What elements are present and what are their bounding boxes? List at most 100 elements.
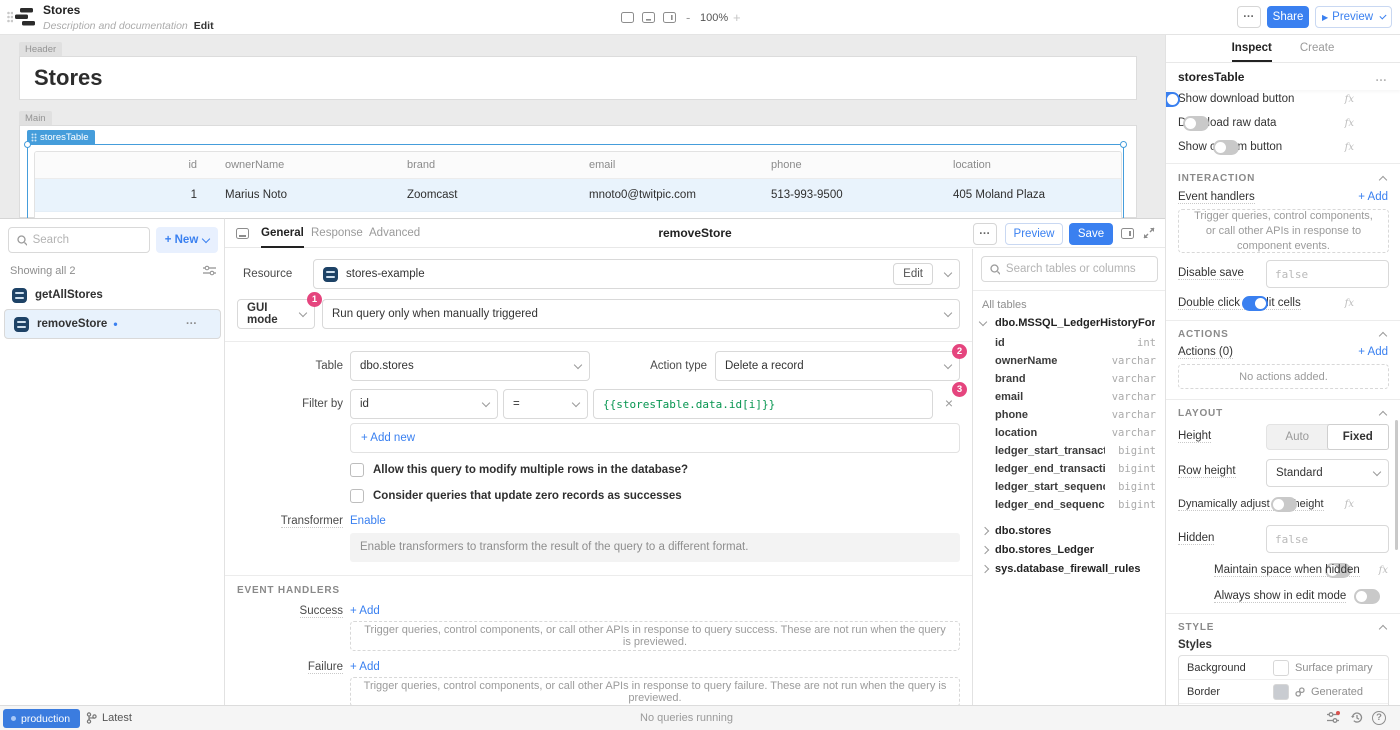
edit-description-link[interactable]: Edit bbox=[194, 20, 214, 32]
fx-icon[interactable]: fx bbox=[1345, 94, 1354, 105]
schema-table-expanded[interactable]: dbo.MSSQL_LedgerHistoryFor_15255... bbox=[973, 317, 1165, 335]
schema-table-collapsed[interactable]: dbo.stores_Ledger bbox=[973, 544, 1165, 562]
cell-ownername[interactable]: Marius Noto bbox=[211, 179, 393, 211]
header-container[interactable]: Stores bbox=[19, 56, 1137, 100]
tab-create[interactable]: Create bbox=[1300, 35, 1335, 62]
tab-response[interactable]: Response bbox=[311, 219, 363, 248]
schema-column[interactable]: emailvarchar bbox=[973, 391, 1165, 409]
show-custom-toggle[interactable] bbox=[1213, 140, 1239, 155]
style-row-border[interactable]: Border Generated bbox=[1179, 680, 1388, 704]
column-header[interactable]: email bbox=[575, 152, 757, 178]
schema-column[interactable]: ledger_end_sequence_...bigint bbox=[973, 499, 1165, 517]
query-more-button[interactable]: … bbox=[973, 223, 997, 245]
tab-general[interactable]: General bbox=[261, 219, 304, 248]
cell-email[interactable]: mnoto0@twitpic.com bbox=[575, 179, 757, 211]
row-height-select[interactable]: Standard bbox=[1266, 459, 1389, 487]
schema-column[interactable]: brandvarchar bbox=[973, 373, 1165, 391]
height-option-fixed[interactable]: Fixed bbox=[1327, 424, 1390, 450]
zero-records-checkbox[interactable] bbox=[350, 489, 364, 503]
debug-tools-icon[interactable] bbox=[1326, 711, 1340, 724]
new-query-button[interactable]: + New bbox=[156, 227, 218, 253]
schema-column[interactable]: ledger_start_sequence...bigint bbox=[973, 481, 1165, 499]
header-frame-tag[interactable]: Header bbox=[19, 42, 62, 57]
query-search-box[interactable] bbox=[8, 227, 150, 253]
cell-phone[interactable]: 513-993-9500 bbox=[757, 179, 939, 211]
fx-icon[interactable]: fx bbox=[1379, 565, 1388, 576]
color-swatch[interactable] bbox=[1273, 660, 1289, 676]
fx-icon[interactable]: fx bbox=[1345, 142, 1354, 153]
event-handlers-add-link[interactable]: + Add bbox=[1358, 191, 1388, 203]
failure-add-link[interactable]: + Add bbox=[350, 661, 380, 673]
preview-button[interactable]: ▶ Preview bbox=[1315, 6, 1392, 28]
color-swatch[interactable] bbox=[1273, 684, 1289, 700]
query-preview-button[interactable]: Preview bbox=[1005, 223, 1063, 245]
drag-handle-icon[interactable] bbox=[7, 11, 13, 23]
filter-icon[interactable] bbox=[203, 265, 216, 276]
transformer-enable-link[interactable]: Enable bbox=[350, 515, 386, 527]
preview-dropdown-chevron-icon[interactable] bbox=[1380, 12, 1387, 19]
query-search-input[interactable] bbox=[33, 234, 141, 246]
modify-multiple-rows-checkbox[interactable] bbox=[350, 463, 364, 477]
zoom-in-button[interactable]: + bbox=[733, 10, 741, 25]
add-filter-link[interactable]: + Add new bbox=[361, 432, 415, 444]
schema-table-collapsed[interactable]: sys.database_firewall_rules bbox=[973, 563, 1165, 581]
column-header[interactable]: phone bbox=[757, 152, 939, 178]
schema-column[interactable]: idint bbox=[973, 337, 1165, 355]
resource-edit-button[interactable]: Edit bbox=[893, 263, 933, 285]
more-menu-button[interactable]: … bbox=[1237, 6, 1261, 28]
zoom-out-button[interactable]: - bbox=[686, 10, 690, 25]
height-option-auto[interactable]: Auto bbox=[1267, 425, 1328, 449]
tab-advanced[interactable]: Advanced bbox=[369, 219, 420, 248]
toggle-schema-panel-icon[interactable] bbox=[1121, 228, 1134, 239]
actions-add-link[interactable]: + Add bbox=[1358, 346, 1388, 358]
query-item-getallstores[interactable]: getAllStores bbox=[4, 283, 221, 307]
disable-save-input[interactable] bbox=[1266, 260, 1389, 288]
cell-brand[interactable]: Zoomcast bbox=[393, 179, 575, 211]
resize-handle-top-left[interactable] bbox=[24, 141, 31, 148]
column-header[interactable]: id bbox=[35, 152, 211, 178]
schema-column[interactable]: ownerNamevarchar bbox=[973, 355, 1165, 373]
run-trigger-select[interactable]: Run query only when manually triggered bbox=[322, 299, 960, 329]
history-icon[interactable] bbox=[1350, 711, 1364, 724]
schema-column[interactable]: locationvarchar bbox=[973, 427, 1165, 445]
filter-field-select[interactable]: id bbox=[350, 389, 498, 419]
fx-icon[interactable]: fx bbox=[1345, 298, 1354, 309]
show-download-toggle[interactable] bbox=[1165, 92, 1180, 107]
action-type-select[interactable]: Delete a record bbox=[715, 351, 960, 381]
cell-location[interactable]: 405 Moland Plaza bbox=[939, 179, 1121, 211]
main-frame-tag[interactable]: Main bbox=[19, 111, 52, 126]
collapse-section-icon[interactable] bbox=[1379, 625, 1387, 633]
hidden-input[interactable] bbox=[1266, 525, 1389, 553]
fx-icon[interactable]: fx bbox=[1345, 118, 1354, 129]
schema-column[interactable]: ledger_end_transactio...bigint bbox=[973, 463, 1165, 481]
collapse-section-icon[interactable] bbox=[1379, 411, 1387, 419]
filter-operator-select[interactable]: = bbox=[503, 389, 588, 419]
query-item-removestore[interactable]: removeStore • … bbox=[4, 309, 221, 339]
collapse-section-icon[interactable] bbox=[1379, 176, 1387, 184]
environment-selector[interactable]: production bbox=[3, 709, 80, 728]
query-more-icon[interactable]: … bbox=[186, 316, 199, 328]
fx-icon[interactable]: fx bbox=[1345, 499, 1354, 510]
collapse-panel-icon[interactable] bbox=[236, 228, 249, 239]
schema-column[interactable]: ledger_start_transacti...bigint bbox=[973, 445, 1165, 463]
help-icon[interactable]: ? bbox=[1372, 711, 1386, 725]
query-save-button[interactable]: Save bbox=[1069, 223, 1113, 245]
toggle-right-panel-icon[interactable] bbox=[663, 12, 676, 23]
download-raw-toggle[interactable] bbox=[1183, 116, 1209, 131]
dynamic-row-height-toggle[interactable] bbox=[1271, 497, 1297, 512]
selected-component-tag[interactable]: storesTable bbox=[27, 130, 95, 145]
app-canvas[interactable]: Header Stores Main storesTable id ownerN… bbox=[0, 35, 1165, 218]
schema-column[interactable]: phonevarchar bbox=[973, 409, 1165, 427]
toggle-bottom-panel-icon[interactable] bbox=[642, 12, 655, 23]
style-row-background[interactable]: Background Surface primary bbox=[1179, 656, 1388, 680]
zoom-level[interactable]: 100% bbox=[700, 12, 728, 24]
gui-mode-select[interactable]: GUI mode bbox=[237, 299, 315, 329]
resize-handle-top-right[interactable] bbox=[1120, 141, 1127, 148]
success-add-link[interactable]: + Add bbox=[350, 605, 380, 617]
toggle-left-panel-icon[interactable] bbox=[621, 12, 634, 23]
table-select[interactable]: dbo.stores bbox=[350, 351, 590, 381]
schema-search-box[interactable] bbox=[981, 256, 1158, 282]
column-header[interactable]: ownerName bbox=[211, 152, 393, 178]
resource-select[interactable]: stores-example Edit bbox=[313, 259, 960, 289]
component-more-icon[interactable]: … bbox=[1375, 71, 1388, 83]
